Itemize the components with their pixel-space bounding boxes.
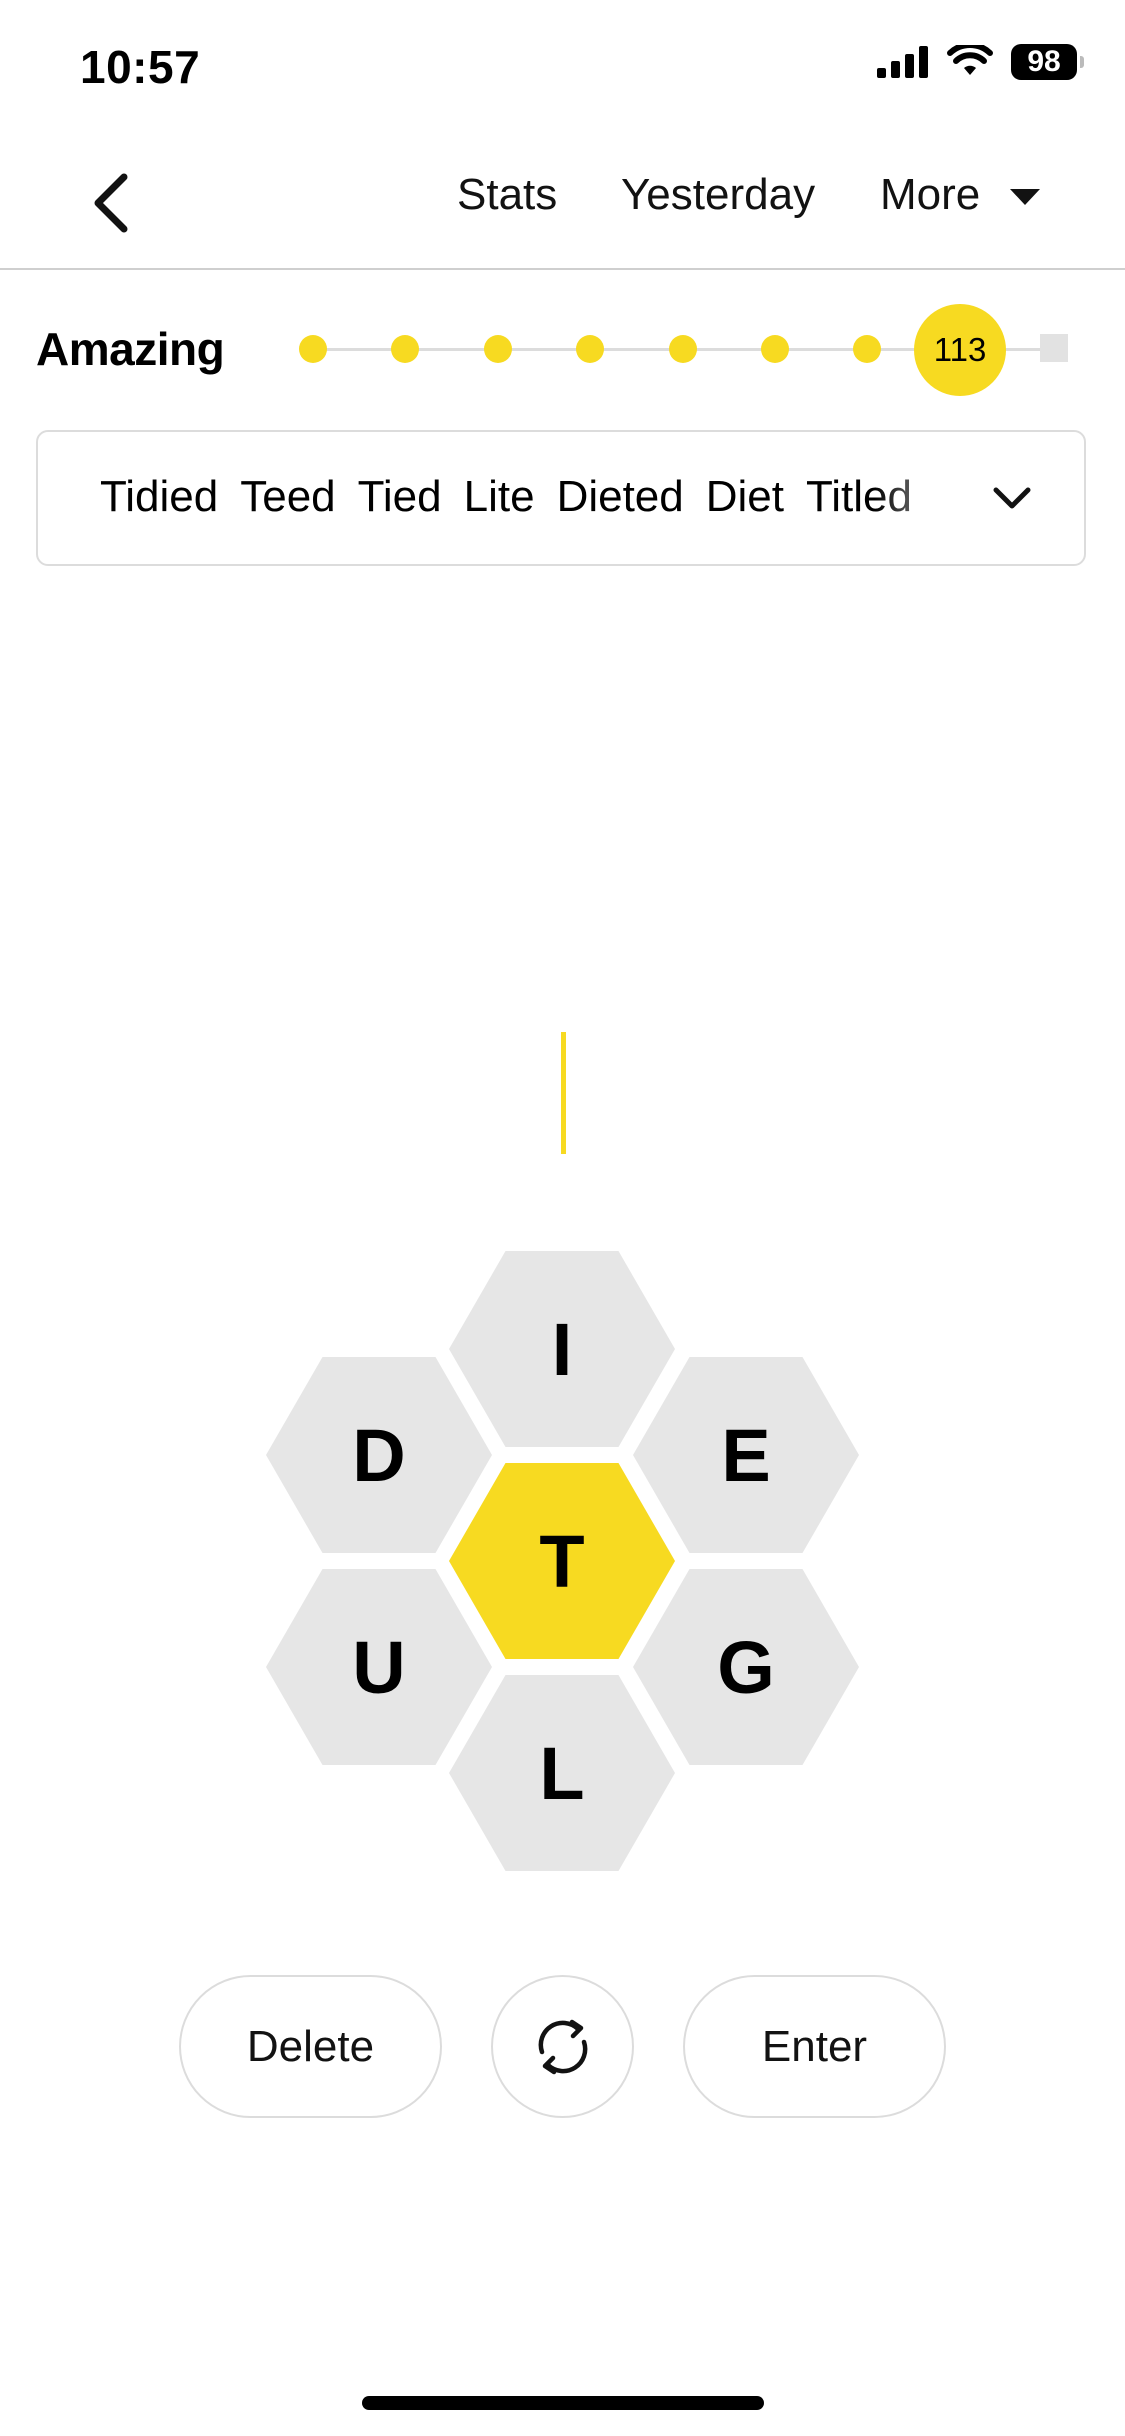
found-word: Diet [705,472,784,521]
progress-dot [669,335,697,363]
more-menu-button[interactable]: More [880,170,1041,220]
found-words-list: Tidied Teed Tied Lite Dieted Diet Titled [100,472,980,522]
status-bar: 10:57 98 [0,0,1125,130]
found-word: Titled [806,472,912,521]
chevron-down-icon [993,487,1031,509]
found-word: Tied [357,472,442,521]
found-word: Lite [463,472,535,521]
shuffle-button[interactable] [491,1975,634,2118]
hive-cell-lower-left[interactable]: U [266,1569,492,1765]
progress-dot [299,335,327,363]
top-nav: Stats Yesterday More [0,130,1125,270]
progress-dot [391,335,419,363]
battery-icon: 98 [1011,44,1084,80]
status-time: 10:57 [80,41,201,93]
back-button[interactable] [80,168,140,238]
stats-link[interactable]: Stats [457,170,557,220]
hive-cell-center[interactable]: T [449,1463,675,1659]
rank-label: Amazing [36,323,225,375]
enter-button[interactable]: Enter [683,1975,946,2118]
chevron-left-icon [94,173,128,233]
found-word: Dieted [556,472,684,521]
hive-cell-lower-right[interactable]: G [633,1569,859,1765]
hive-cell-top[interactable]: I [449,1251,675,1447]
genius-marker [1040,334,1068,362]
found-words-panel[interactable]: Tidied Teed Tied Lite Dieted Diet Titled [36,430,1086,566]
wifi-icon [947,45,993,75]
found-word: Tidied [100,472,219,521]
hive-cell-upper-left[interactable]: D [266,1357,492,1553]
home-indicator[interactable] [362,2396,764,2410]
caret-down-icon [1010,189,1041,205]
found-word: Teed [240,472,336,521]
expand-words-button[interactable] [984,470,1040,526]
progress-dot [484,335,512,363]
more-label: More [880,170,981,219]
progress-dot [576,335,604,363]
signal-icon [877,46,928,78]
rank-progress[interactable]: Amazing 113 [0,300,1125,400]
shuffle-icon [538,2019,587,2074]
yesterday-link[interactable]: Yesterday [621,170,815,220]
delete-button[interactable]: Delete [179,1975,442,2118]
status-icons: 98 [877,44,1084,80]
spelling-bee-screen: 10:57 98 Stats Yesterday More Amazing 11… [0,0,1125,2436]
progress-dot [853,335,881,363]
word-input-cursor [561,1032,566,1154]
hive-cell-upper-right[interactable]: E [633,1357,859,1553]
hive-cell-bottom[interactable]: L [449,1675,675,1871]
progress-dot [761,335,789,363]
score-badge: 113 [914,304,1006,396]
